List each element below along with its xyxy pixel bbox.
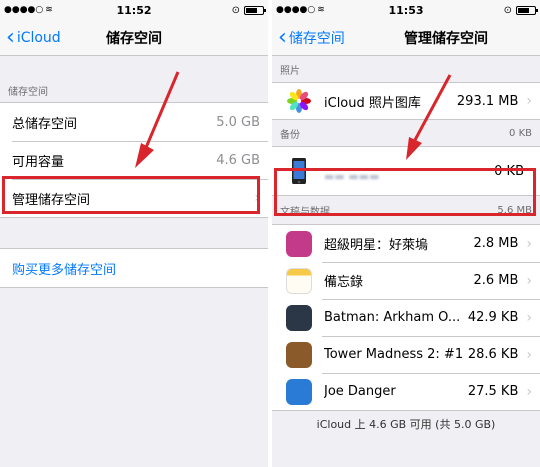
nav-bar: ‹ 储存空间 管理储存空间 <box>272 20 540 56</box>
chevron-right-icon: › <box>526 383 532 400</box>
superstar-app-icon <box>286 230 312 257</box>
app-size: 2.6 MB <box>473 273 519 288</box>
app-name: Tower Madness 2: #1 in 3... <box>324 347 462 362</box>
status-time: 11:53 <box>388 3 424 17</box>
battery-icon <box>516 5 538 15</box>
icloud-photo-library-row[interactable]: iCloud 照片图库 293.1 MB › <box>272 83 540 119</box>
right-screen: ●●●●○ ≋ 11:53 ⊙ ‹ 储存空间 管理储存空间 照片 iCloud … <box>272 0 540 467</box>
nav-bar: ‹ iCloud 储存空间 <box>0 20 268 56</box>
backup-header-size: 0 KB <box>509 127 532 139</box>
left-screen: ●●●●○ ≋ 11:52 ⊙ ‹ iCloud 储存空间 储存空间 总储存空间… <box>0 0 268 467</box>
total-storage-value: 5.0 GB <box>216 114 260 130</box>
available-storage-row: 可用容量 4.6 GB <box>0 141 268 179</box>
photos-section-header: 照片 <box>272 56 540 82</box>
buy-more-storage-link[interactable]: 购买更多储存空间 <box>0 249 268 287</box>
available-storage-value: 4.6 GB <box>216 152 260 168</box>
buy-more-storage-label: 购买更多储存空间 <box>12 262 117 278</box>
app-name: 超級明星：好萊塢 <box>324 238 429 253</box>
highlight-box <box>2 176 260 214</box>
photo-library-size: 293.1 MB <box>456 93 519 109</box>
available-storage-label: 可用容量 <box>12 154 65 170</box>
section-header-label: 储存空间 <box>8 87 48 98</box>
backup-section-header: 备份 0 KB <box>272 120 540 146</box>
photos-group: iCloud 照片图库 293.1 MB › <box>272 82 540 120</box>
app-name: Joe Danger <box>324 384 396 399</box>
section-header: 储存空间 <box>0 82 268 98</box>
photos-app-icon <box>286 88 312 114</box>
chevron-right-icon: › <box>526 346 532 363</box>
highlight-box <box>274 168 536 216</box>
notes-app-icon <box>286 267 312 294</box>
status-bar: ●●●●○ ≋ 11:53 ⊙ <box>272 0 540 20</box>
storage-footer: iCloud 上 4.6 GB 可用 (共 5.0 GB) <box>316 418 496 431</box>
app-size: 28.6 KB <box>467 347 519 362</box>
status-time: 11:52 <box>116 3 152 17</box>
page-title: 管理储存空间 <box>404 30 488 47</box>
total-storage-label: 总储存空间 <box>12 116 78 132</box>
docs-group: 超級明星：好萊塢 2.8 MB › 備忘錄 2.6 MB › Batman: Arkham … <box>272 224 540 411</box>
photos-header-label: 照片 <box>280 65 300 77</box>
app-size: 2.8 MB <box>473 236 519 251</box>
app-row[interactable]: 超級明星：好萊塢 2.8 MB › <box>272 225 540 262</box>
chevron-right-icon: › <box>526 93 532 109</box>
photo-library-label: iCloud 照片图库 <box>324 95 421 111</box>
app-row[interactable]: Tower Madness 2: #1 in 3... 28.6 KB › <box>272 336 540 373</box>
chevron-right-icon: › <box>526 309 532 326</box>
app-size: 42.9 KB <box>467 310 519 325</box>
app-name: Batman: Arkham O... <box>324 310 461 325</box>
backup-header-label: 备份 <box>280 129 300 141</box>
total-storage-row: 总储存空间 5.0 GB <box>0 103 268 141</box>
app-name: 備忘錄 <box>324 275 364 290</box>
app-size: 27.5 KB <box>467 384 519 399</box>
joe-danger-app-icon <box>286 378 312 405</box>
chevron-right-icon: › <box>526 235 532 252</box>
batman-app-icon <box>286 304 312 331</box>
app-row[interactable]: Batman: Arkham O... 42.9 KB › <box>272 299 540 336</box>
battery-icon <box>244 5 266 15</box>
chevron-right-icon: › <box>526 272 532 289</box>
app-row[interactable]: Joe Danger 27.5 KB › <box>272 373 540 410</box>
buy-more-group: 购买更多储存空间 <box>0 248 268 288</box>
tower-madness-app-icon <box>286 341 312 368</box>
app-row[interactable]: 備忘錄 2.6 MB › <box>272 262 540 299</box>
page-title: 储存空间 <box>106 30 162 47</box>
status-bar: ●●●●○ ≋ 11:52 ⊙ <box>0 0 268 20</box>
